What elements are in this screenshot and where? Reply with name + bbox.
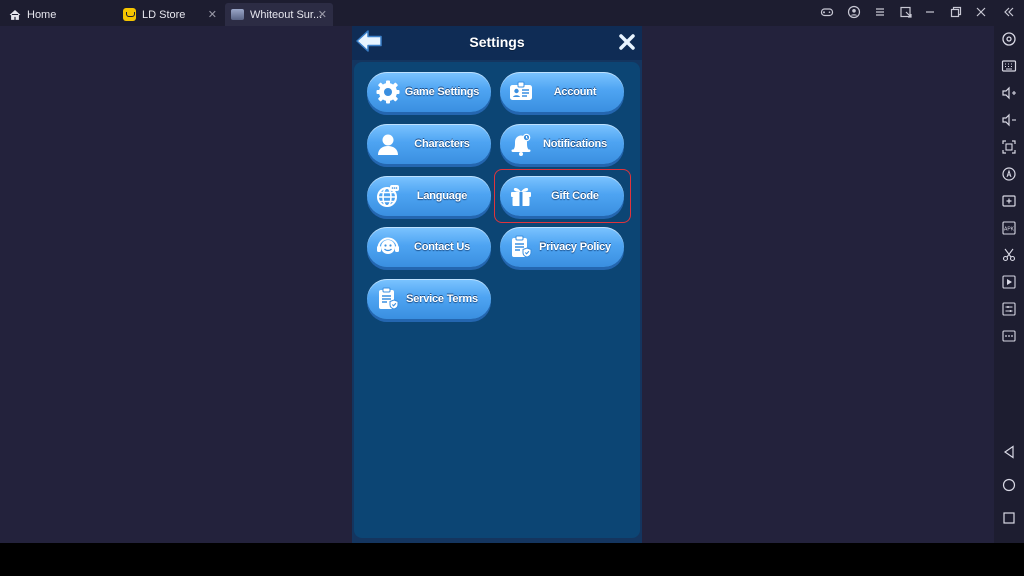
gift-code-highlight bbox=[494, 169, 631, 223]
tab-ld-store[interactable]: LD Store ✕ bbox=[115, 3, 223, 26]
tab-whiteout-survival[interactable]: Whiteout Sur... ✕ bbox=[225, 3, 333, 26]
add-icon[interactable] bbox=[1001, 193, 1017, 209]
close-tab-icon[interactable]: ✕ bbox=[208, 8, 217, 21]
game-thumbnail-icon bbox=[231, 8, 244, 21]
tab-home-label: Home bbox=[27, 8, 57, 21]
service-terms-button[interactable]: Service Terms bbox=[367, 279, 491, 319]
minimize-icon[interactable] bbox=[922, 5, 938, 21]
svg-text:APK: APK bbox=[1004, 227, 1015, 233]
right-toolbar: APK bbox=[994, 26, 1024, 543]
back-nav-icon[interactable] bbox=[1001, 444, 1017, 460]
sync-icon[interactable] bbox=[1001, 166, 1017, 182]
settings-header: Settings bbox=[352, 26, 642, 60]
contact-us-button[interactable]: Contact Us bbox=[367, 227, 491, 267]
operation-icon[interactable] bbox=[1001, 301, 1017, 317]
scissors-icon[interactable] bbox=[1001, 247, 1017, 263]
notifications-label: Notifications bbox=[542, 138, 607, 150]
gamepad-icon[interactable] bbox=[819, 5, 835, 21]
bottom-bar bbox=[0, 543, 1024, 576]
settings-icon[interactable] bbox=[1001, 31, 1017, 47]
recent-apps-icon[interactable] bbox=[1001, 510, 1017, 526]
close-icon[interactable] bbox=[973, 5, 989, 21]
language-label: Language bbox=[416, 190, 468, 202]
close-panel-icon[interactable] bbox=[618, 33, 636, 51]
restore-icon[interactable] bbox=[948, 5, 964, 21]
notifications-button[interactable]: Notifications bbox=[500, 124, 624, 164]
game-settings-button[interactable]: Game Settings bbox=[367, 72, 491, 112]
close-tab-icon[interactable]: ✕ bbox=[318, 8, 327, 21]
ld-store-icon bbox=[123, 8, 136, 21]
home-nav-icon[interactable] bbox=[1001, 477, 1017, 493]
tab-home[interactable]: Home bbox=[8, 3, 113, 26]
tab-ld-store-label: LD Store bbox=[142, 8, 186, 21]
privacy-policy-label: Privacy Policy bbox=[539, 241, 611, 253]
characters-button[interactable]: Characters bbox=[367, 124, 491, 164]
screenshot-icon[interactable] bbox=[1001, 139, 1017, 155]
tab-game-label: Whiteout Sur... bbox=[250, 8, 323, 21]
home-icon bbox=[8, 8, 21, 21]
popout-icon[interactable] bbox=[898, 5, 914, 21]
characters-label: Characters bbox=[414, 138, 470, 150]
record-icon[interactable] bbox=[1001, 274, 1017, 290]
page-title: Settings bbox=[469, 34, 525, 50]
account-button[interactable]: Account bbox=[500, 72, 624, 112]
collapse-sidebar-icon[interactable] bbox=[1001, 5, 1017, 21]
volume-down-icon[interactable] bbox=[1001, 112, 1017, 128]
language-button[interactable]: Language bbox=[367, 176, 491, 216]
game-settings-label: Game Settings bbox=[404, 86, 480, 98]
keyboard-icon[interactable] bbox=[1001, 58, 1017, 74]
volume-up-icon[interactable] bbox=[1001, 85, 1017, 101]
menu-icon[interactable] bbox=[872, 5, 888, 21]
account-label: Account bbox=[553, 86, 597, 98]
service-terms-label: Service Terms bbox=[406, 293, 478, 305]
account-icon[interactable] bbox=[846, 5, 862, 21]
tab-bar: Home LD Store ✕ Whiteout Sur... ✕ bbox=[0, 0, 1024, 26]
more-icon[interactable] bbox=[1001, 328, 1017, 344]
apk-icon[interactable]: APK bbox=[1001, 220, 1017, 236]
contact-us-label: Contact Us bbox=[413, 241, 471, 253]
privacy-policy-button[interactable]: Privacy Policy bbox=[500, 227, 624, 267]
